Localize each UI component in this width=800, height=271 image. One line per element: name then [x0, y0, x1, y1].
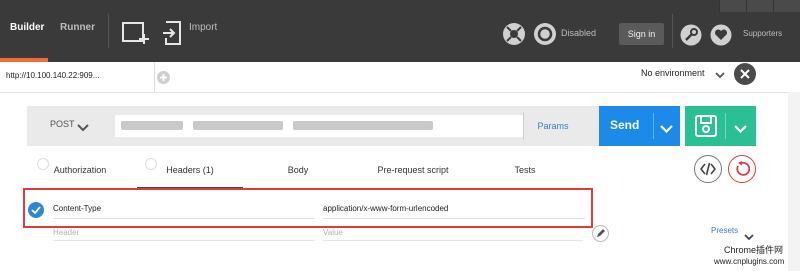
checkbox-checked-icon[interactable]	[28, 202, 44, 218]
chevron-down-icon[interactable]	[660, 121, 673, 139]
request-subtabs: Authorization Headers (1) Body Pre-reque…	[27, 153, 687, 189]
environment-select[interactable]: No environment	[641, 68, 705, 78]
blurred-url	[121, 121, 183, 130]
chevron-down-icon[interactable]	[77, 120, 89, 138]
tab-runner[interactable]: Runner	[60, 22, 95, 33]
minimize-button[interactable]	[719, 0, 746, 12]
divider	[53, 218, 315, 219]
reset-icon[interactable]	[728, 155, 756, 183]
add-tab-icon[interactable]	[157, 71, 170, 84]
new-header-value-input[interactable]: Value	[323, 228, 343, 237]
signin-button[interactable]: Sign in	[619, 23, 664, 45]
tab-body[interactable]: Body	[243, 153, 353, 187]
wrench-icon[interactable]	[680, 24, 702, 46]
request-tab[interactable]: http://10.100.140.22:909...	[0, 62, 155, 92]
divider	[108, 14, 109, 48]
save-button[interactable]	[685, 106, 756, 146]
send-label: Send	[610, 118, 640, 132]
divider	[323, 218, 585, 219]
tab-tests[interactable]: Tests	[473, 153, 577, 187]
top-bar: Builder Runner Import Disabled Sign in S…	[0, 0, 800, 62]
supporters-link[interactable]: Supporters	[743, 29, 782, 38]
bulk-edit-pencil-icon[interactable]	[592, 225, 609, 242]
sync-icon[interactable]	[533, 22, 557, 46]
presets-dropdown[interactable]: Presets	[711, 226, 738, 235]
code-icon[interactable]	[694, 155, 722, 183]
chevron-down-icon[interactable]	[715, 67, 725, 85]
sync-status: Disabled	[561, 28, 597, 38]
heart-icon[interactable]	[710, 24, 732, 46]
import-button[interactable]: Import	[189, 22, 217, 33]
method-select[interactable]: POST	[50, 119, 75, 129]
tab-authorization[interactable]: Authorization	[35, 153, 125, 187]
request-bar: POST Params	[27, 106, 680, 146]
chevron-down-icon[interactable]	[734, 121, 747, 139]
watermark-url: www.cnplugins.com	[714, 257, 785, 266]
header-key-input[interactable]: Content-Type	[53, 204, 101, 213]
header-row: Content-Type application/x-www-form-urle…	[23, 188, 593, 228]
divider	[672, 14, 673, 48]
import-icon[interactable]	[162, 20, 184, 46]
url-input[interactable]	[115, 115, 523, 137]
header-value-input[interactable]: application/x-www-form-urlencoded	[323, 204, 448, 213]
tab-headers[interactable]: Headers (1)	[137, 153, 243, 189]
maximize-button[interactable]	[746, 0, 773, 12]
status-dot-icon	[145, 158, 157, 170]
tab-prerequest-script[interactable]: Pre-request script	[353, 153, 473, 187]
status-dot-icon	[37, 158, 49, 170]
scrollbar[interactable]	[788, 92, 800, 271]
params-button[interactable]: Params	[523, 112, 582, 140]
close-button[interactable]	[773, 0, 800, 12]
request-tab-bar: http://10.100.140.22:909... No environme…	[0, 62, 800, 93]
blurred-url	[193, 121, 283, 130]
new-header-key-input[interactable]: Header	[53, 228, 79, 237]
floppy-disk-icon	[694, 114, 718, 143]
tab-builder[interactable]: Builder	[10, 22, 44, 33]
interceptor-icon[interactable]	[502, 22, 526, 46]
watermark-title: Chrome插件网	[724, 245, 784, 255]
environment-quicklook-icon[interactable]	[734, 63, 756, 85]
window-controls	[719, 0, 800, 12]
send-button[interactable]: Send	[599, 106, 680, 146]
blurred-url	[293, 121, 433, 130]
new-window-icon[interactable]	[122, 20, 150, 46]
